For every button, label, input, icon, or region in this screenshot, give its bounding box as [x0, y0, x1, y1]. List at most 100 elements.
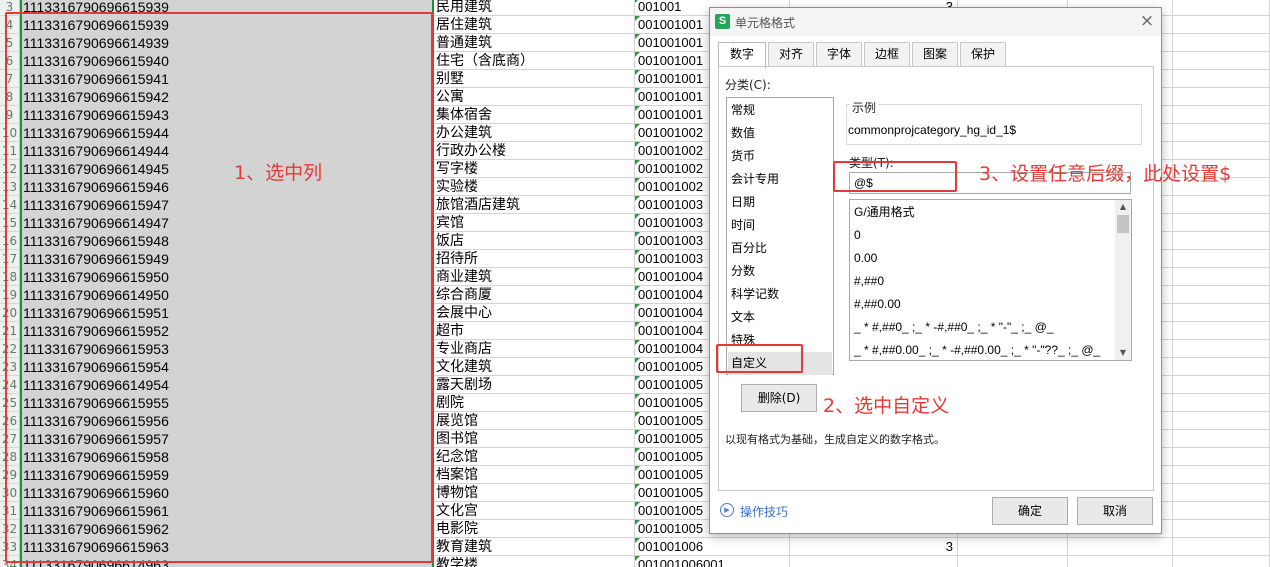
- cell-name[interactable]: 住宅（含底商）: [433, 52, 635, 70]
- cell-empty[interactable]: [1173, 538, 1270, 556]
- cell-empty[interactable]: [1173, 412, 1270, 430]
- format-item[interactable]: _ * #,##0.00_ ;_ * -#,##0.00_ ;_ * "-"??…: [854, 339, 1100, 360]
- cell-name[interactable]: 会展中心: [433, 304, 635, 322]
- cell-name[interactable]: 实验楼: [433, 178, 635, 196]
- cell-count[interactable]: 3: [790, 538, 958, 556]
- category-item[interactable]: 文本: [728, 306, 832, 329]
- cell-empty[interactable]: [1173, 268, 1270, 286]
- cell-empty[interactable]: [1173, 304, 1270, 322]
- cell-empty[interactable]: [1068, 556, 1173, 567]
- cell-name[interactable]: 纪念馆: [433, 448, 635, 466]
- cell-empty[interactable]: [1173, 556, 1270, 567]
- delete-button[interactable]: 删除(D): [741, 384, 817, 412]
- tab-protection[interactable]: 保护: [960, 42, 1006, 66]
- cell-name[interactable]: 电影院: [433, 520, 635, 538]
- cell-empty[interactable]: [1173, 16, 1270, 34]
- category-item[interactable]: 科学记数: [728, 283, 832, 306]
- cell-name[interactable]: 超市: [433, 322, 635, 340]
- cell-empty[interactable]: [1173, 484, 1270, 502]
- cell-name[interactable]: 教学楼: [433, 556, 635, 567]
- format-list[interactable]: G/通用格式 0 0.00 #,##0 #,##0.00 _ * #,##0_ ;_ * …: [849, 199, 1132, 361]
- cell-empty[interactable]: [1173, 430, 1270, 448]
- format-item[interactable]: 0.00: [854, 247, 877, 270]
- cell-empty[interactable]: [1173, 394, 1270, 412]
- format-item[interactable]: #,##0: [854, 270, 884, 293]
- category-item[interactable]: 百分比: [728, 237, 832, 260]
- cell-name[interactable]: 写字楼: [433, 160, 635, 178]
- cell-name[interactable]: 露天剧场: [433, 376, 635, 394]
- category-item[interactable]: 货币: [728, 145, 832, 168]
- cell-empty[interactable]: [1068, 538, 1173, 556]
- cell-name[interactable]: 博物馆: [433, 484, 635, 502]
- cell-name[interactable]: 文化宫: [433, 502, 635, 520]
- category-item[interactable]: 数值: [728, 122, 832, 145]
- scroll-down-icon[interactable]: ▼: [1115, 346, 1131, 360]
- cell-name[interactable]: 旅馆酒店建筑: [433, 196, 635, 214]
- cell-name[interactable]: 办公建筑: [433, 124, 635, 142]
- scroll-thumb[interactable]: [1117, 215, 1129, 233]
- format-item[interactable]: 0: [854, 224, 861, 247]
- cell-name[interactable]: 图书馆: [433, 430, 635, 448]
- cell-empty[interactable]: [1173, 52, 1270, 70]
- tab-number[interactable]: 数字: [718, 42, 766, 68]
- cell-name[interactable]: 专业商店: [433, 340, 635, 358]
- ok-button[interactable]: 确定: [992, 497, 1068, 525]
- cell-empty[interactable]: [1173, 502, 1270, 520]
- cell-code[interactable]: 001001006: [635, 538, 790, 556]
- cell-empty[interactable]: [1173, 142, 1270, 160]
- cell-name[interactable]: 普通建筑: [433, 34, 635, 52]
- cell-empty[interactable]: [1173, 358, 1270, 376]
- cell-empty[interactable]: [1173, 214, 1270, 232]
- cell-name[interactable]: 集体宿舍: [433, 106, 635, 124]
- cell-empty[interactable]: [1173, 448, 1270, 466]
- format-item[interactable]: _ * #,##0_ ;_ * -#,##0_ ;_ * "-"_ ;_ @_: [854, 316, 1054, 339]
- cell-empty[interactable]: [1173, 466, 1270, 484]
- cell-name[interactable]: 综合商厦: [433, 286, 635, 304]
- scroll-up-icon[interactable]: ▲: [1115, 200, 1131, 214]
- cell-name[interactable]: 民用建筑: [433, 0, 635, 16]
- category-list[interactable]: 常规 数值 货币 会计专用 日期 时间 百分比 分数 科学记数 文本 特殊 自定义: [726, 97, 834, 375]
- cell-empty[interactable]: [1173, 520, 1270, 538]
- cell-name[interactable]: 行政办公楼: [433, 142, 635, 160]
- cell-name[interactable]: 公寓: [433, 88, 635, 106]
- format-item[interactable]: #,##0.00: [854, 293, 901, 316]
- cell-name[interactable]: 教育建筑: [433, 538, 635, 556]
- cell-name[interactable]: 展览馆: [433, 412, 635, 430]
- cell-name[interactable]: 居住建筑: [433, 16, 635, 34]
- cancel-button[interactable]: 取消: [1077, 497, 1153, 525]
- cell-code[interactable]: 001001006001: [635, 556, 790, 567]
- tab-pattern[interactable]: 图案: [912, 42, 958, 66]
- cell-empty[interactable]: [1173, 124, 1270, 142]
- cell-empty[interactable]: [1173, 70, 1270, 88]
- cell-empty[interactable]: [1173, 106, 1270, 124]
- tab-font[interactable]: 字体: [816, 42, 862, 66]
- cell-name[interactable]: 商业建筑: [433, 268, 635, 286]
- cell-name[interactable]: 文化建筑: [433, 358, 635, 376]
- category-item[interactable]: 分数: [728, 260, 832, 283]
- cell-empty[interactable]: [958, 538, 1068, 556]
- close-icon[interactable]: ×: [1138, 12, 1156, 30]
- cell-count[interactable]: [790, 556, 958, 567]
- cell-empty[interactable]: [1173, 34, 1270, 52]
- cell-name[interactable]: 招待所: [433, 250, 635, 268]
- cell-name[interactable]: 宾馆: [433, 214, 635, 232]
- cell-empty[interactable]: [1173, 250, 1270, 268]
- format-item[interactable]: G/通用格式: [854, 201, 915, 224]
- cell-empty[interactable]: [1173, 340, 1270, 358]
- cell-empty[interactable]: [1173, 0, 1270, 16]
- cell-empty[interactable]: [1173, 286, 1270, 304]
- cell-empty[interactable]: [958, 556, 1068, 567]
- cell-name[interactable]: 档案馆: [433, 466, 635, 484]
- category-item[interactable]: 会计专用: [728, 168, 832, 191]
- category-item[interactable]: 时间: [728, 214, 832, 237]
- tips-link[interactable]: 操作技巧: [740, 503, 788, 520]
- cell-empty[interactable]: [1173, 196, 1270, 214]
- tab-alignment[interactable]: 对齐: [768, 42, 814, 66]
- cell-empty[interactable]: [1173, 88, 1270, 106]
- tab-border[interactable]: 边框: [864, 42, 910, 66]
- cell-empty[interactable]: [1173, 232, 1270, 250]
- cell-name[interactable]: 饭店: [433, 232, 635, 250]
- format-list-scrollbar[interactable]: ▲ ▼: [1115, 200, 1131, 360]
- category-item[interactable]: 常规: [728, 99, 832, 122]
- cell-name[interactable]: 剧院: [433, 394, 635, 412]
